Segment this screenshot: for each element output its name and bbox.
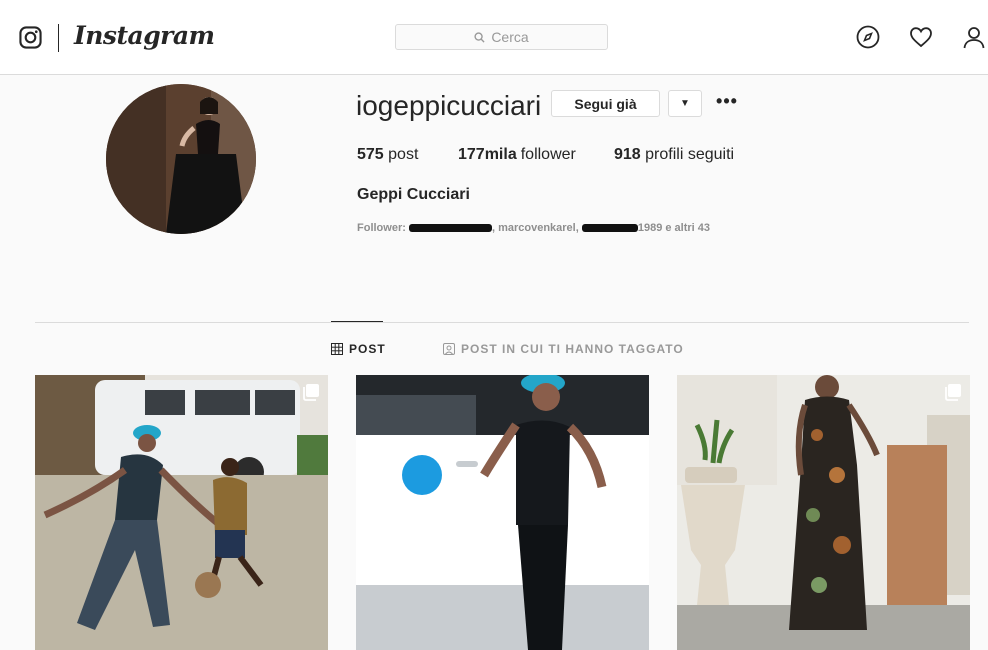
following-button[interactable]: Segui già — [551, 90, 660, 117]
tabs-divider — [35, 322, 969, 323]
redacted-username — [581, 224, 638, 233]
instagram-logo-icon[interactable] — [19, 26, 42, 49]
profile-user-icon[interactable] — [962, 25, 986, 49]
following-count: 918 — [614, 146, 641, 163]
tab-tagged-label: POST IN CUI TI HANNO TAGGATO — [461, 342, 684, 356]
redacted-username — [408, 224, 492, 233]
instagram-wordmark[interactable]: Instagram — [74, 21, 215, 50]
followed-by-suffix: 1989 e altri 43 — [637, 222, 711, 234]
post-thumbnail[interactable] — [35, 375, 328, 650]
followers-label: follower — [520, 146, 576, 163]
posts-stat: 575 post — [357, 146, 418, 164]
post-image — [35, 375, 328, 650]
following-stat[interactable]: 918 profili seguiti — [614, 146, 734, 164]
suggestions-dropdown-button[interactable]: ▼ — [668, 90, 702, 117]
posts-count: 575 — [357, 146, 384, 163]
tab-posts-label: POST — [349, 342, 386, 356]
active-tab-indicator — [331, 321, 383, 322]
search-placeholder: Cerca — [491, 29, 529, 45]
followed-by-line[interactable]: Follower: , marcovenkarel, 1989 e altri … — [357, 222, 710, 234]
tab-posts[interactable]: POST — [331, 342, 386, 356]
multiple-photos-icon — [945, 384, 961, 401]
multiple-photos-icon — [303, 384, 319, 401]
post-thumbnail[interactable] — [356, 375, 649, 650]
posts-label: post — [388, 146, 419, 163]
activity-heart-icon[interactable] — [909, 25, 933, 49]
profile-full-name: Geppi Cucciari — [357, 186, 470, 203]
search-icon — [474, 31, 485, 43]
followed-by-prefix: Follower: — [357, 222, 406, 234]
explore-compass-icon[interactable] — [856, 25, 880, 49]
following-label: profili seguiti — [645, 146, 735, 163]
grid-icon — [331, 343, 343, 355]
followed-by-visible: , marcovenkarel, — [491, 222, 582, 234]
profile-username: iogeppicucciari — [356, 90, 542, 121]
post-thumbnail[interactable] — [677, 375, 970, 650]
followers-stat[interactable]: 177mila follower — [458, 146, 576, 164]
chevron-down-icon: ▼ — [680, 98, 690, 109]
more-options-button[interactable]: ••• — [716, 88, 738, 115]
avatar-photo — [106, 84, 256, 234]
post-image — [677, 375, 970, 650]
post-image — [356, 375, 649, 650]
followers-count: 177mila — [458, 146, 517, 163]
tab-tagged[interactable]: POST IN CUI TI HANNO TAGGATO — [443, 342, 684, 356]
top-navigation-bar: Instagram Cerca — [0, 0, 988, 75]
profile-avatar[interactable] — [106, 84, 256, 234]
logo-divider — [58, 24, 59, 52]
search-box[interactable]: Cerca — [395, 24, 608, 50]
more-dots-icon: ••• — [716, 91, 738, 111]
tagged-person-icon — [443, 343, 455, 355]
